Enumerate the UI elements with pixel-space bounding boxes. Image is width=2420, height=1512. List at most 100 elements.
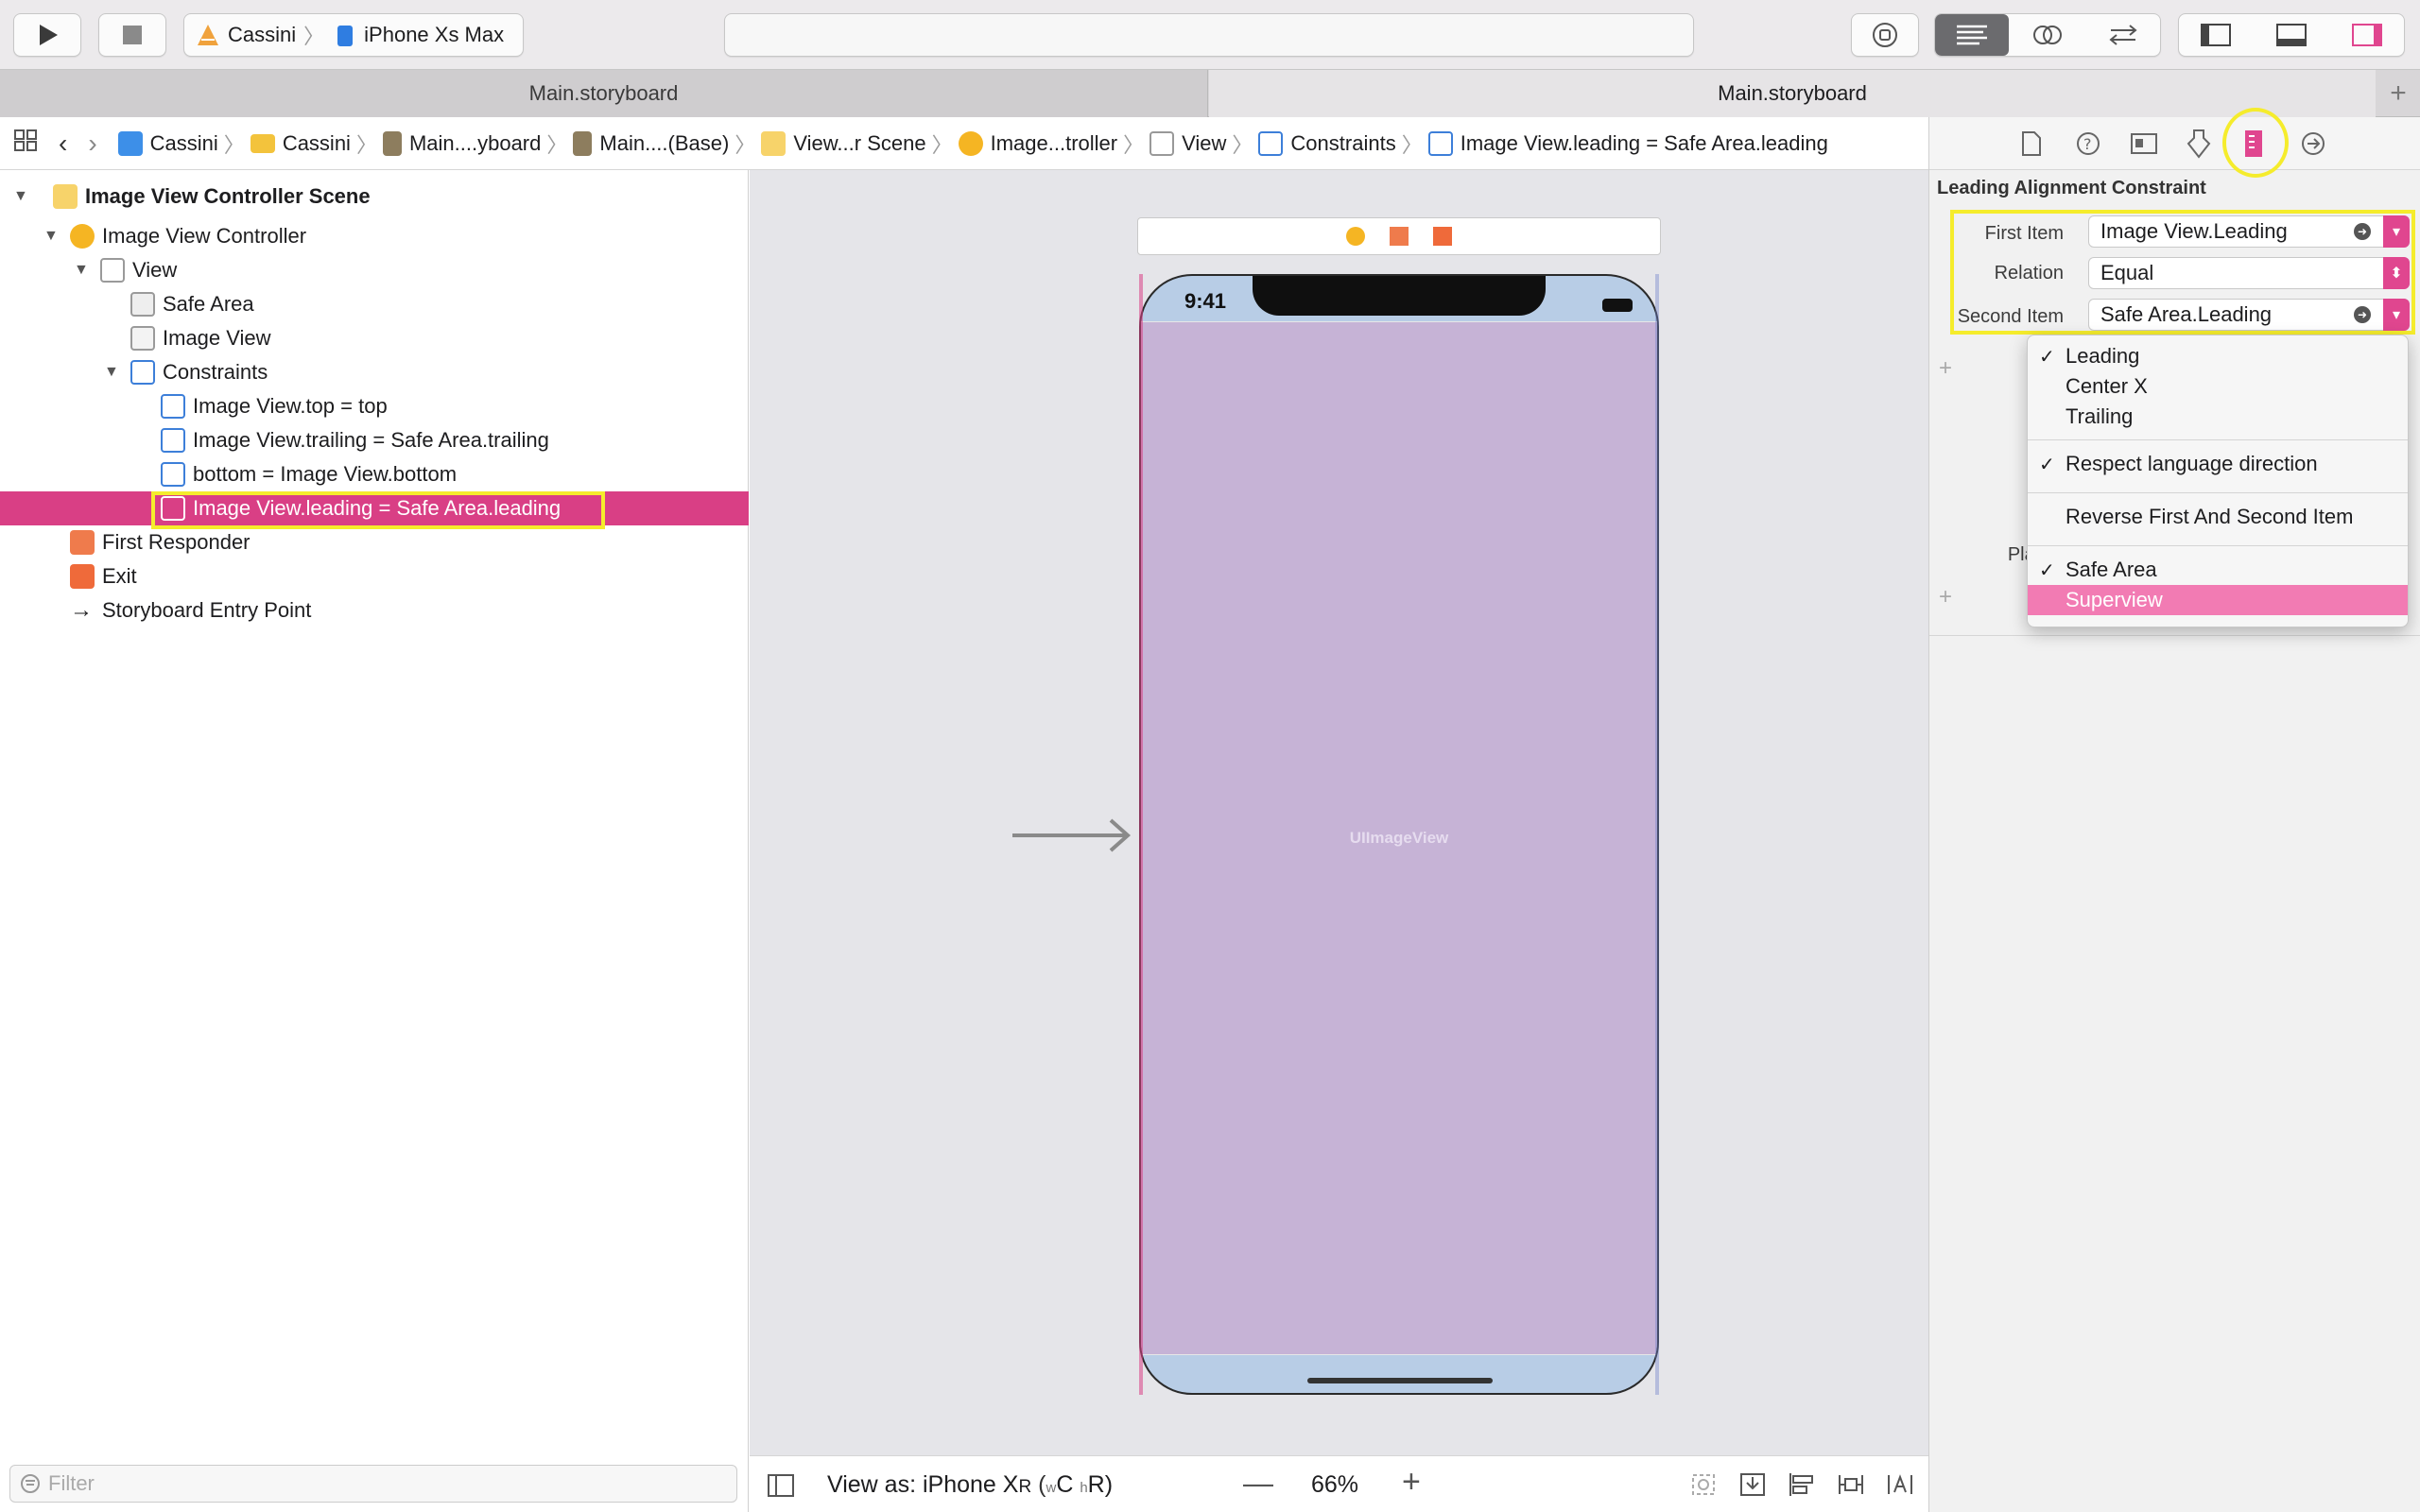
outline-entry-point[interactable]: → Storyboard Entry Point bbox=[0, 593, 749, 627]
breadcrumb-folder[interactable]: Cassini bbox=[250, 131, 351, 156]
home-indicator bbox=[1307, 1378, 1493, 1383]
plus-icon[interactable]: + bbox=[1939, 355, 1952, 382]
menu-item-superview[interactable]: Superview bbox=[2028, 585, 2408, 615]
attributes-inspector-icon[interactable] bbox=[2187, 129, 2211, 159]
outline-label: Constraints bbox=[163, 360, 268, 384]
identity-inspector-icon[interactable] bbox=[2130, 132, 2158, 155]
crumb-label: Main....yboard bbox=[408, 130, 542, 155]
version-editor-button[interactable] bbox=[2086, 14, 2160, 56]
help-icon[interactable]: ? bbox=[2075, 130, 2101, 157]
menu-divider bbox=[2028, 492, 2408, 493]
related-items-icon[interactable] bbox=[13, 129, 42, 159]
tab-label: Main.storyboard bbox=[1718, 81, 1867, 105]
stop-button[interactable] bbox=[98, 13, 166, 57]
exit-icon[interactable] bbox=[1433, 227, 1452, 246]
file-inspector-icon[interactable] bbox=[2020, 130, 2043, 157]
outline-constraints[interactable]: ▼ Constraints bbox=[0, 355, 749, 389]
embed-in-icon[interactable] bbox=[1738, 1471, 1767, 1498]
view-icon bbox=[100, 258, 125, 283]
tab-main-storyboard-2[interactable]: Main.storyboard bbox=[1209, 70, 2376, 117]
outline-first-responder[interactable]: First Responder bbox=[0, 525, 749, 559]
outline-label: Image View bbox=[163, 326, 271, 350]
debug-area-toggle[interactable] bbox=[2255, 14, 2328, 56]
battery-icon bbox=[1602, 299, 1633, 312]
outline-constraint-top[interactable]: Image View.top = top bbox=[0, 389, 749, 423]
breadcrumb-project[interactable]: Cassini bbox=[117, 130, 218, 156]
outline-label: Image View Controller bbox=[102, 224, 307, 248]
outline-scene[interactable]: ▼ Image View Controller Scene bbox=[0, 180, 749, 214]
chevron-right-icon: 〉 bbox=[931, 132, 953, 157]
menu-item-center-x[interactable]: Center X bbox=[2028, 371, 2408, 402]
align-icon[interactable] bbox=[1788, 1471, 1816, 1498]
highlight-box bbox=[1950, 210, 2415, 335]
storyboard-canvas[interactable]: 9:41 UIImageView bbox=[750, 170, 1928, 1455]
disclosure-triangle-icon[interactable]: ▼ bbox=[104, 364, 123, 381]
breadcrumb-constraint[interactable]: Image View.leading = Safe Area.leading bbox=[1427, 130, 1828, 156]
plus-icon: + bbox=[2390, 77, 2407, 109]
breadcrumb-view[interactable]: View bbox=[1150, 130, 1226, 156]
outline-image-view[interactable]: Image View bbox=[0, 321, 749, 355]
add-constraints-icon[interactable] bbox=[1837, 1471, 1865, 1498]
add-tab-button[interactable]: + bbox=[2377, 70, 2420, 117]
menu-item-trailing[interactable]: Trailing bbox=[2028, 402, 2408, 432]
constraint-icon bbox=[161, 462, 185, 487]
update-frames-icon[interactable] bbox=[1689, 1471, 1718, 1498]
document-outline-toggle-icon[interactable] bbox=[767, 1473, 795, 1498]
image-view[interactable]: UIImageView bbox=[1141, 321, 1657, 1355]
scene-icon bbox=[761, 130, 786, 156]
menu-item-respect-language[interactable]: ✓ Respect language direction bbox=[2028, 449, 2408, 479]
first-responder-icon[interactable] bbox=[1390, 227, 1409, 246]
breadcrumb-storyboard[interactable]: Main....yboard bbox=[382, 130, 542, 156]
menu-item-leading[interactable]: ✓ Leading bbox=[2028, 341, 2408, 371]
plus-icon[interactable]: + bbox=[1939, 584, 1952, 610]
zoom-out-icon[interactable]: — bbox=[1243, 1466, 1273, 1501]
view-controller-icon bbox=[958, 130, 983, 156]
exit-icon bbox=[70, 564, 95, 589]
navigator-toggle[interactable] bbox=[2179, 14, 2253, 56]
breadcrumb-constraints[interactable]: Constraints bbox=[1258, 130, 1396, 156]
scheme-selector[interactable]: Cassini 〉 iPhone Xs Max bbox=[183, 13, 524, 57]
outline-exit[interactable]: Exit bbox=[0, 559, 749, 593]
back-icon[interactable]: ‹ bbox=[59, 129, 67, 159]
view-as-suffix: R bbox=[1018, 1477, 1032, 1497]
view-controller-icon[interactable] bbox=[1346, 227, 1365, 246]
view-as-label: View as: iPhone X bbox=[827, 1471, 1019, 1498]
resolve-issues-icon[interactable] bbox=[1886, 1471, 1914, 1498]
play-icon bbox=[40, 25, 58, 45]
panel-toggle-segmented bbox=[2178, 13, 2405, 57]
breadcrumb-controller[interactable]: Image...troller bbox=[958, 130, 1117, 156]
disclosure-triangle-icon[interactable]: ▼ bbox=[74, 262, 93, 279]
forward-icon[interactable]: › bbox=[88, 129, 96, 159]
utilities-toggle[interactable] bbox=[2330, 14, 2404, 56]
outline-view-controller[interactable]: ▼ Image View Controller bbox=[0, 219, 749, 253]
disclosure-triangle-icon[interactable]: ▼ bbox=[43, 228, 62, 245]
left-panel-icon bbox=[2201, 24, 2231, 46]
standard-editor-button[interactable] bbox=[1935, 14, 2009, 56]
assistant-editor-button[interactable] bbox=[2011, 14, 2084, 56]
status-time: 9:41 bbox=[1184, 289, 1227, 313]
menu-item-safe-area[interactable]: ✓ Safe Area bbox=[2028, 555, 2408, 585]
outline-view[interactable]: ▼ View bbox=[0, 253, 749, 287]
tab-main-storyboard-1[interactable]: Main.storyboard bbox=[0, 70, 1208, 117]
iphone-device-icon bbox=[337, 26, 354, 46]
xcode-app-icon bbox=[198, 25, 218, 45]
breadcrumb-base[interactable]: Main....(Base) bbox=[573, 130, 730, 156]
storyboard-file-icon bbox=[573, 130, 593, 156]
menu-item-reverse[interactable]: Reverse First And Second Item bbox=[2028, 502, 2408, 532]
disclosure-triangle-icon[interactable]: ▼ bbox=[13, 188, 32, 205]
view-as-selector[interactable]: View as: iPhone XR (wC hR) bbox=[827, 1471, 1113, 1499]
folder-icon bbox=[250, 133, 275, 153]
filter-field[interactable]: Filter bbox=[9, 1465, 737, 1503]
run-button[interactable] bbox=[13, 13, 81, 57]
chevron-right-icon: 〉 bbox=[546, 132, 568, 157]
breadcrumb-scene[interactable]: View...r Scene bbox=[761, 130, 926, 156]
outline-constraint-bottom[interactable]: bottom = Image View.bottom bbox=[0, 457, 749, 491]
overlapping-circles-icon bbox=[2033, 26, 2062, 44]
library-button[interactable] bbox=[1851, 13, 1919, 57]
zoom-in-icon[interactable]: + bbox=[1402, 1464, 1421, 1501]
connections-inspector-icon[interactable] bbox=[2300, 130, 2326, 157]
outline-constraint-trailing[interactable]: Image View.trailing = Safe Area.trailing bbox=[0, 423, 749, 457]
chevron-right-icon: 〉 bbox=[1232, 132, 1253, 157]
outline-safe-area[interactable]: Safe Area bbox=[0, 287, 749, 321]
crumb-label: Main....(Base) bbox=[599, 130, 730, 155]
